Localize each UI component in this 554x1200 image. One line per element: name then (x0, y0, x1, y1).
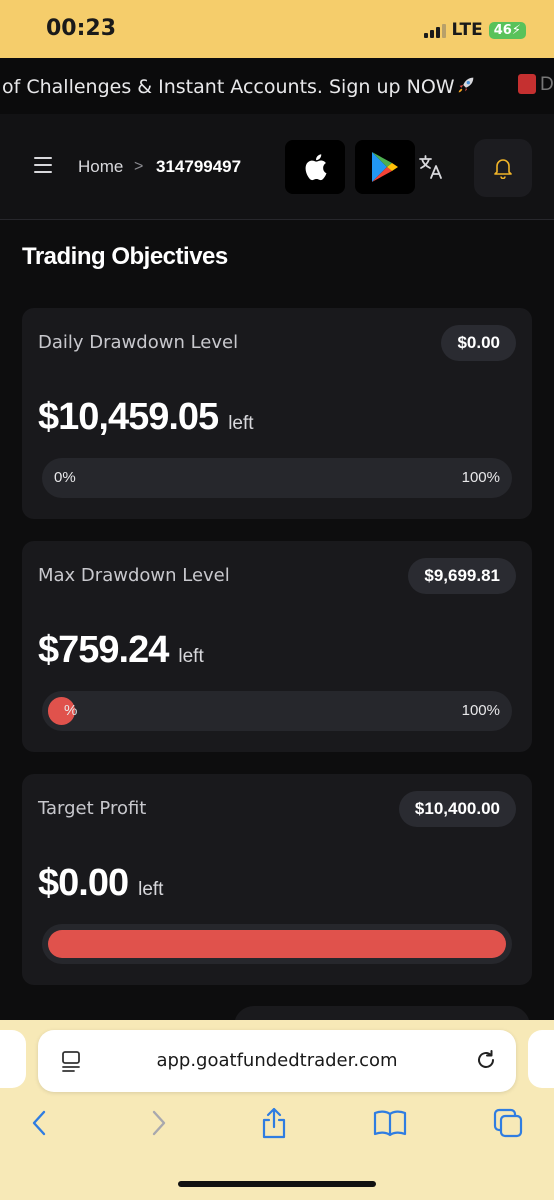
max-drawdown-card: Max Drawdown Level $9,699.81 $759.24 left… (22, 541, 532, 752)
breadcrumb-account-id: 314799497 (156, 157, 242, 176)
daily-drawdown-card: Daily Drawdown Level $0.00 $10,459.05 lef… (22, 308, 532, 519)
card-amount: $10,459.05 (38, 396, 219, 438)
signal-icon (423, 22, 446, 38)
home-indicator (178, 1181, 376, 1187)
rocket-icon (458, 77, 473, 93)
bookmarks-button[interactable] (373, 1106, 407, 1140)
ticker-text: of Challenges & Instant Accounts. Sign u… (2, 76, 455, 98)
card-value-badge: $0.00 (441, 325, 516, 361)
progress-max-label: 100% (461, 469, 500, 486)
browser-chrome: app.goatfundedtrader.com (0, 1020, 554, 1200)
status-time: 00:23 (46, 16, 117, 41)
share-icon (262, 1107, 286, 1139)
translate-icon[interactable] (418, 154, 444, 180)
card-amount-row: $10,459.05 left (38, 396, 254, 439)
card-label: Daily Drawdown Level (38, 332, 239, 353)
progress-fill (48, 930, 506, 958)
breadcrumb-chevron-icon: > (134, 158, 144, 175)
progress-max-label: 100% (461, 702, 500, 719)
chevron-left-icon (32, 1110, 46, 1136)
progress-bar: % 100% (42, 691, 512, 731)
card-amount: $0.00 (38, 862, 129, 904)
breadcrumb-home[interactable]: Home (78, 157, 123, 177)
menu-icon[interactable] (34, 157, 52, 173)
previous-tab[interactable] (0, 1030, 26, 1088)
reload-icon[interactable] (474, 1048, 498, 1072)
book-icon (373, 1110, 407, 1137)
battery-level: 46 (493, 22, 512, 38)
app-store-button[interactable] (285, 140, 345, 194)
status-bar: 00:23 LTE 46⚡ (0, 0, 554, 58)
ticker-next-text: D (540, 74, 554, 95)
card-suffix: left (138, 879, 164, 900)
back-button[interactable] (22, 1106, 56, 1140)
bell-icon (494, 159, 512, 179)
apple-icon (305, 154, 327, 181)
next-tab[interactable] (528, 1030, 554, 1088)
target-profit-card: Target Profit $10,400.00 $0.00 left (22, 774, 532, 985)
card-label: Max Drawdown Level (38, 565, 230, 586)
url-text: app.goatfundedtrader.com (156, 1050, 398, 1071)
siren-icon (518, 74, 536, 94)
app-header: Home > 314799497 (0, 114, 554, 220)
google-play-button[interactable] (355, 140, 415, 194)
card-label: Target Profit (38, 798, 147, 819)
tabs-icon (493, 1108, 523, 1138)
google-play-icon (372, 152, 398, 182)
card-suffix: left (178, 646, 204, 667)
battery-icon: 46⚡ (488, 21, 526, 39)
page-title: Trading Objectives (22, 243, 228, 270)
card-amount-row: $759.24 left (38, 629, 204, 672)
card-value-badge: $9,699.81 (408, 558, 516, 594)
progress-min-label: 0% (54, 469, 76, 486)
status-indicators: LTE 46⚡ (423, 20, 526, 40)
progress-bar (42, 924, 512, 964)
card-amount: $759.24 (38, 629, 169, 671)
network-label: LTE (451, 20, 483, 40)
chevron-right-icon (152, 1110, 166, 1136)
share-button[interactable] (257, 1106, 291, 1140)
notifications-button[interactable] (474, 139, 532, 197)
card-suffix: left (228, 413, 254, 434)
tabs-button[interactable] (491, 1106, 525, 1140)
card-amount-row: $0.00 left (38, 862, 163, 905)
progress-min-label: % (64, 702, 78, 719)
progress-bar: 0% 100% (42, 458, 512, 498)
announcement-ticker[interactable]: of Challenges & Instant Accounts. Sign u… (0, 58, 554, 114)
forward-button[interactable] (142, 1106, 176, 1140)
card-value-badge: $10,400.00 (398, 791, 516, 827)
address-bar[interactable]: app.goatfundedtrader.com (38, 1030, 516, 1092)
